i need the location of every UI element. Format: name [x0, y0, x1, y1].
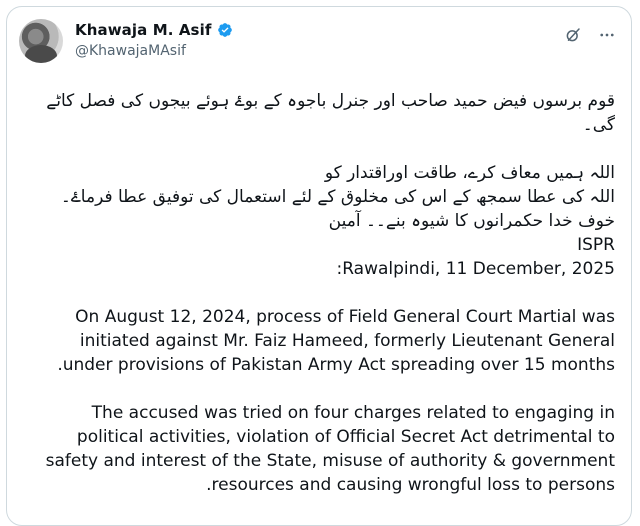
grok-icon[interactable]	[563, 25, 583, 45]
dateline: Rawalpindi, 11 December, 2025:	[336, 259, 615, 279]
avatar[interactable]	[19, 19, 63, 63]
english-paragraph-2: The accused was tried on four charges re…	[25, 401, 615, 497]
english-text-2: The accused was tried on four charges re…	[45, 403, 615, 495]
tweet-top-actions	[563, 25, 617, 45]
tweet-text: قوم برسوں فیض حمید صاحب اور جنرل باجوہ ک…	[25, 89, 615, 497]
author-name[interactable]: Khawaja M. Asif	[75, 21, 211, 39]
author-handle[interactable]: @KhawajaMAsif	[75, 43, 186, 59]
ispr-heading-block: ISPR Rawalpindi, 11 December, 2025:	[25, 233, 615, 281]
more-icon[interactable]	[597, 25, 617, 45]
urdu-text-2: اللہ ہمیں معاف کرے، طاقت اوراقتدار کو	[324, 163, 615, 183]
author-name-row: Khawaja M. Asif	[75, 21, 233, 39]
english-paragraph-1: On August 12, 2024, process of Field Gen…	[25, 305, 615, 377]
urdu-text-3: اللہ کی عطا سمجھ کے اس کی مخلوق کے لئے ا…	[60, 187, 615, 231]
tweet-card: Khawaja M. Asif @KhawajaMAsif قوم برسوں …	[6, 6, 632, 526]
verified-badge-icon	[217, 22, 233, 38]
urdu-paragraph-1: قوم برسوں فیض حمید صاحب اور جنرل باجوہ ک…	[25, 89, 615, 137]
urdu-paragraph-2: اللہ ہمیں معاف کرے، طاقت اوراقتدار کو ال…	[25, 161, 615, 233]
urdu-text-1: قوم برسوں فیض حمید صاحب اور جنرل باجوہ ک…	[46, 91, 615, 135]
english-text-1: On August 12, 2024, process of Field Gen…	[57, 307, 615, 375]
ispr-label: ISPR	[577, 235, 615, 255]
